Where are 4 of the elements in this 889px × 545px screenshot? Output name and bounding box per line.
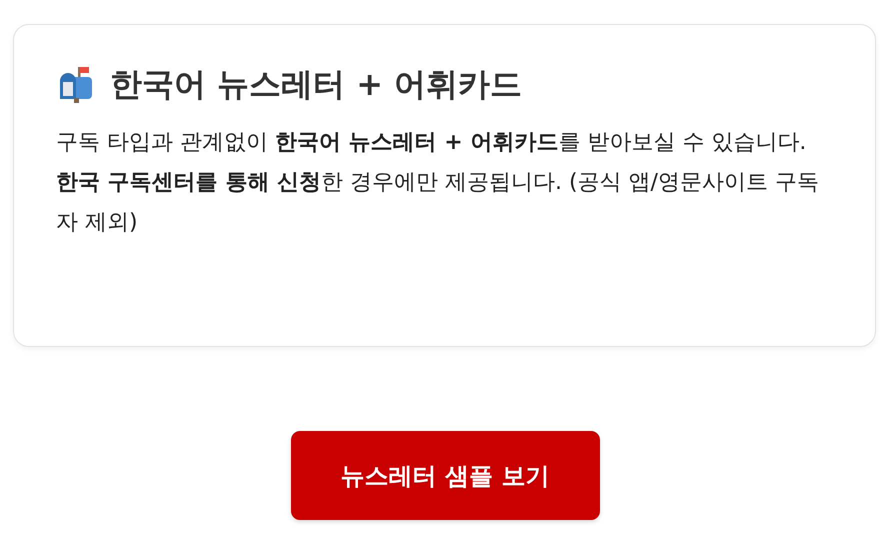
newsletter-sample-button[interactable]: 뉴스레터 샘플 보기 — [290, 431, 600, 520]
card-title: 한국어 뉴스레터 + 어휘카드 — [110, 65, 522, 104]
description-text: 구독 타입과 관계없이 한국어 뉴스레터 + 어휘카드를 받아보실 수 있습니다. — [56, 129, 808, 158]
description-text: 한국 구독센터를 통해 신청한 경우에만 제공됩니다. (공식 앱/영문사이트 구독자 제외) — [56, 169, 820, 238]
